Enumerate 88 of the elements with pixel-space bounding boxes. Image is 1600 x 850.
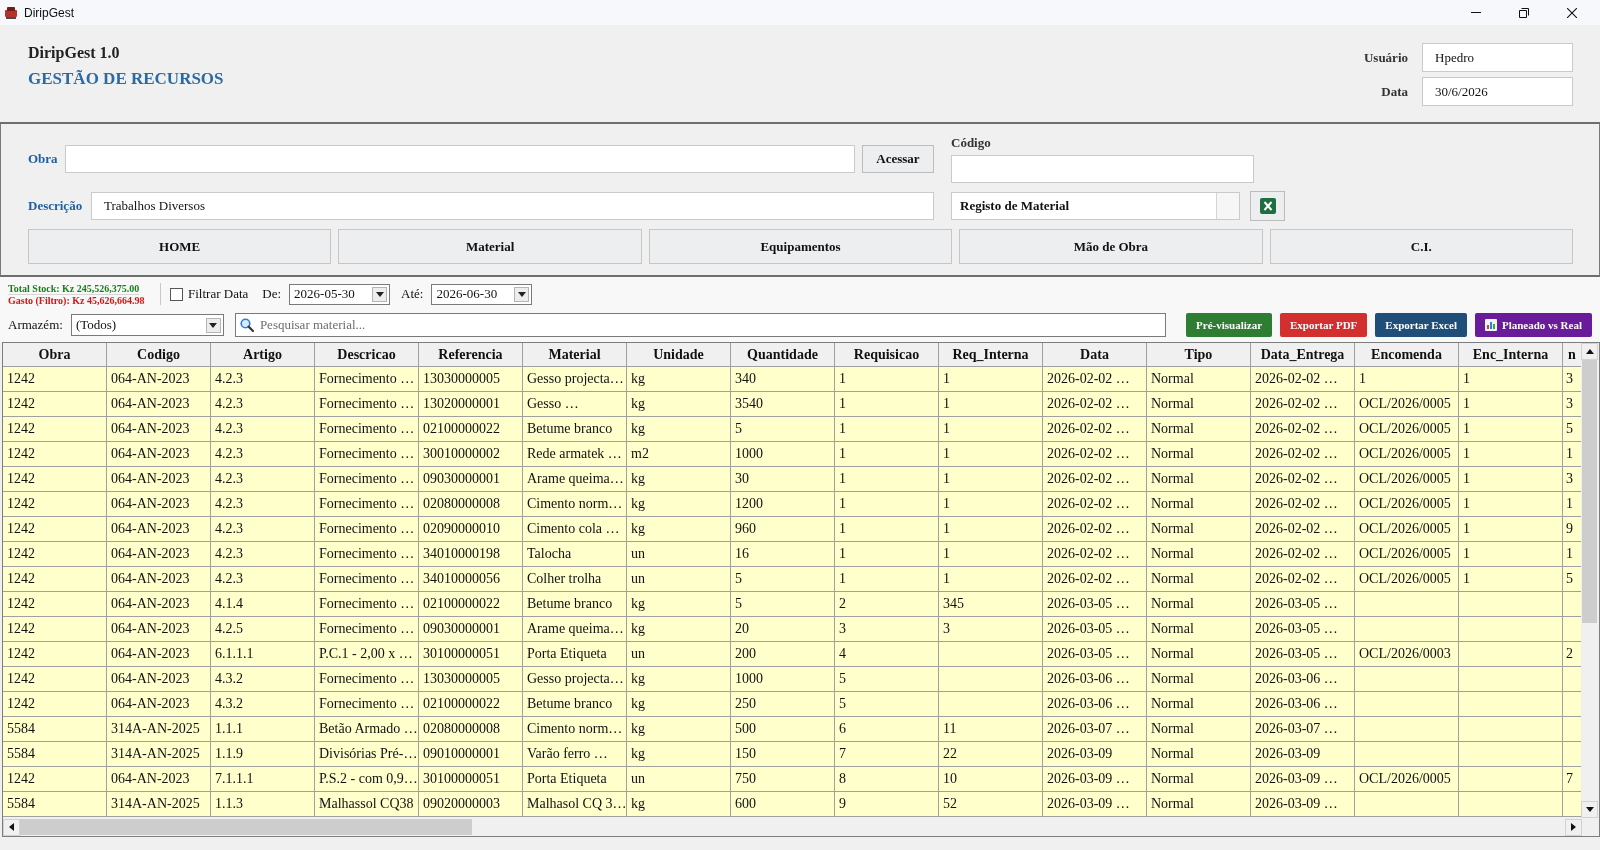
restore-icon[interactable] bbox=[1519, 7, 1529, 18]
table-cell: Normal bbox=[1147, 792, 1251, 817]
obra-label: Obra bbox=[28, 151, 58, 167]
table-cell: Malhassol CQ38 bbox=[315, 792, 419, 817]
scroll-left-button[interactable] bbox=[3, 818, 20, 836]
column-header[interactable]: Encomenda bbox=[1355, 343, 1459, 367]
table-cell: 314A-AN-2025 bbox=[107, 792, 211, 817]
access-button[interactable]: Acessar bbox=[862, 145, 934, 173]
caret-icon[interactable] bbox=[517, 291, 526, 297]
column-header[interactable]: Obra bbox=[3, 343, 107, 367]
scroll-right-button[interactable] bbox=[1565, 818, 1582, 836]
nav-button[interactable]: HOME bbox=[28, 229, 332, 264]
column-header[interactable]: Descricao bbox=[315, 343, 419, 367]
column-header[interactable]: Referencia bbox=[419, 343, 523, 367]
nav-button[interactable]: Equipamentos bbox=[648, 229, 953, 264]
column-header[interactable]: Tipo bbox=[1147, 343, 1251, 367]
table-cell: 600 bbox=[731, 792, 835, 817]
warehouse-dropdown[interactable]: (Todos) bbox=[70, 314, 224, 336]
dropdown-button[interactable] bbox=[205, 317, 221, 333]
to-label: Até: bbox=[401, 286, 424, 302]
column-header[interactable]: Codigo bbox=[107, 343, 211, 367]
warehouse-label: Armazém: bbox=[8, 317, 63, 333]
user-label: Usuário bbox=[1363, 49, 1408, 66]
export-excel-button[interactable]: Exportar Excel bbox=[1375, 313, 1467, 337]
table-cell: 2026-03-09 … bbox=[1251, 792, 1355, 817]
close-icon[interactable] bbox=[1567, 7, 1577, 18]
window-title: DiripGest bbox=[24, 5, 74, 20]
table-cell: Malhasol CQ 3… bbox=[523, 792, 627, 817]
description-field[interactable]: Trabalhos Diversos bbox=[91, 192, 934, 220]
column-header[interactable]: Data bbox=[1043, 343, 1147, 367]
column-header[interactable]: Quantidade bbox=[731, 343, 835, 367]
date-filter-label: Filtrar Data bbox=[188, 286, 249, 302]
table-cell: 2026-03-09 … bbox=[1043, 792, 1147, 817]
dropdown-button[interactable] bbox=[514, 286, 530, 302]
horizontal-scrollbar[interactable] bbox=[3, 818, 1582, 836]
column-header[interactable]: Artigo bbox=[211, 343, 315, 367]
app-icon bbox=[4, 5, 18, 20]
spreadsheet-icon[interactable] bbox=[1259, 198, 1276, 214]
user-field[interactable]: Hpedro bbox=[1422, 43, 1573, 72]
date-label: Data bbox=[1381, 83, 1408, 100]
total-stock-text: Total Stock: Kz 245,526,375.00 bbox=[8, 282, 140, 295]
down-arrow-icon[interactable] bbox=[1585, 807, 1594, 812]
table-cell: 9 bbox=[835, 792, 939, 817]
table-cell: 09020000003 bbox=[419, 792, 523, 817]
table-cell: 5584 bbox=[3, 792, 107, 817]
export-pdf-button[interactable]: Exportar PDF bbox=[1280, 313, 1368, 337]
column-header[interactable]: Material bbox=[523, 343, 627, 367]
caret-icon[interactable] bbox=[209, 322, 218, 328]
left-arrow-icon[interactable] bbox=[9, 823, 14, 831]
search-icon bbox=[239, 318, 254, 332]
table-cell: 1.1.3 bbox=[211, 792, 315, 817]
scrollbar-thumb[interactable] bbox=[1582, 360, 1597, 623]
preview-button[interactable]: Pré-visualizar bbox=[1186, 313, 1272, 337]
table-cell: kg bbox=[627, 792, 731, 817]
from-label: De: bbox=[262, 286, 282, 302]
bar-chart-icon bbox=[1484, 319, 1497, 331]
to-date-field[interactable]: 2026-06-30 bbox=[431, 283, 533, 305]
code-label: Código bbox=[951, 136, 991, 150]
dropdown-button[interactable] bbox=[372, 286, 388, 302]
spent-text: Gasto (Filtro): Kz 45,626,664.98 bbox=[8, 294, 145, 306]
app-subtitle: GESTÃO DE RECURSOS bbox=[28, 69, 224, 89]
obra-field[interactable] bbox=[64, 145, 855, 173]
table-cell: 52 bbox=[939, 792, 1043, 817]
scroll-up-button[interactable] bbox=[1581, 343, 1598, 360]
column-header[interactable]: Req_Interna bbox=[939, 343, 1043, 367]
chart-button[interactable]: Planeado vs Real bbox=[1474, 313, 1592, 337]
vertical-scrollbar[interactable] bbox=[1581, 343, 1598, 818]
spreadsheet-button[interactable] bbox=[1250, 191, 1285, 221]
column-header[interactable]: Unidade bbox=[627, 343, 731, 367]
code-field[interactable] bbox=[951, 155, 1254, 183]
column-header[interactable]: Data_Entrega bbox=[1251, 343, 1355, 367]
column-header[interactable]: Enc_Interna bbox=[1459, 343, 1563, 367]
scrollbar-thumb[interactable] bbox=[20, 819, 472, 835]
description-label: Descrição bbox=[28, 198, 83, 214]
report-type-dropdown[interactable]: Registo de Material bbox=[951, 192, 1240, 220]
date-filter-checkbox[interactable] bbox=[170, 287, 183, 301]
date-field[interactable]: 30/6/2026 bbox=[1422, 77, 1573, 106]
nav-button[interactable]: Material bbox=[338, 229, 642, 264]
app-title: DiripGest 1.0 bbox=[28, 43, 121, 63]
nav-button[interactable]: Mão de Obra bbox=[959, 229, 1263, 264]
nav-button[interactable]: C.I. bbox=[1269, 229, 1574, 264]
up-arrow-icon[interactable] bbox=[1585, 349, 1594, 354]
caret-icon[interactable] bbox=[375, 291, 384, 297]
search-field[interactable]: Pesquisar material... bbox=[234, 313, 1167, 337]
column-header[interactable]: Requisicao bbox=[835, 343, 939, 367]
right-arrow-icon[interactable] bbox=[1571, 823, 1576, 831]
from-date-field[interactable]: 2026-05-30 bbox=[289, 283, 391, 305]
scroll-down-button[interactable] bbox=[1581, 801, 1598, 818]
